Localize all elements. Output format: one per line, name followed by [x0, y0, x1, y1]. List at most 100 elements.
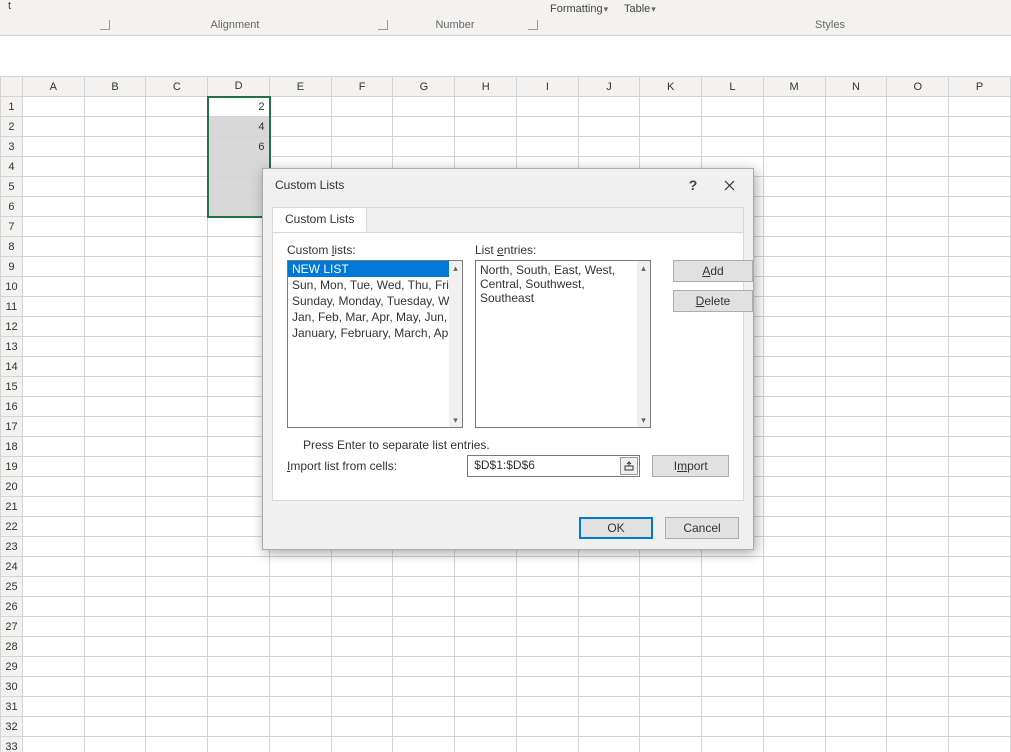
cell[interactable] [146, 177, 208, 197]
cell[interactable] [208, 377, 270, 397]
cell[interactable] [84, 297, 146, 317]
column-header[interactable]: B [84, 77, 146, 97]
cell[interactable] [578, 657, 640, 677]
cell[interactable] [763, 677, 825, 697]
cell[interactable] [84, 717, 146, 737]
cell[interactable] [825, 177, 887, 197]
listbox-scrollbar[interactable]: ▴ ▾ [449, 261, 462, 427]
cell[interactable] [22, 297, 84, 317]
cell[interactable] [825, 657, 887, 677]
cell[interactable] [146, 677, 208, 697]
cell[interactable] [825, 97, 887, 117]
cell[interactable] [208, 177, 270, 197]
range-picker-button[interactable] [620, 457, 638, 475]
cell[interactable] [825, 377, 887, 397]
row-header[interactable]: 17 [1, 417, 23, 437]
cell[interactable] [22, 377, 84, 397]
cell[interactable] [517, 557, 579, 577]
tab-custom-lists[interactable]: Custom Lists [272, 207, 367, 232]
cell[interactable] [949, 157, 1011, 177]
cell[interactable] [887, 537, 949, 557]
cell[interactable] [887, 317, 949, 337]
cell[interactable] [763, 237, 825, 257]
cell[interactable] [455, 617, 517, 637]
row-header[interactable]: 16 [1, 397, 23, 417]
cell[interactable] [825, 137, 887, 157]
cell[interactable] [763, 317, 825, 337]
cell[interactable] [763, 597, 825, 617]
cell[interactable] [146, 397, 208, 417]
cell[interactable] [270, 677, 332, 697]
cell[interactable] [146, 437, 208, 457]
cell[interactable] [84, 117, 146, 137]
cell[interactable] [949, 97, 1011, 117]
cell[interactable] [887, 657, 949, 677]
cell[interactable] [455, 117, 517, 137]
cell[interactable] [208, 157, 270, 177]
cell[interactable] [887, 557, 949, 577]
cell[interactable] [393, 557, 455, 577]
cell[interactable] [763, 657, 825, 677]
cell[interactable] [702, 117, 764, 137]
cell[interactable] [763, 457, 825, 477]
cell[interactable] [84, 277, 146, 297]
cell[interactable] [22, 417, 84, 437]
cell[interactable] [146, 317, 208, 337]
cell[interactable] [825, 197, 887, 217]
column-header[interactable]: F [331, 77, 393, 97]
cell[interactable] [949, 497, 1011, 517]
cell[interactable] [887, 397, 949, 417]
cell[interactable] [887, 457, 949, 477]
entries-scrollbar[interactable]: ▴ ▾ [637, 261, 650, 427]
cell[interactable] [393, 677, 455, 697]
cell[interactable] [22, 277, 84, 297]
cell[interactable]: 6 [208, 137, 270, 157]
row-header[interactable]: 31 [1, 697, 23, 717]
cell[interactable] [763, 617, 825, 637]
cell[interactable] [578, 577, 640, 597]
cell[interactable] [763, 157, 825, 177]
cell[interactable] [640, 677, 702, 697]
cell[interactable] [146, 157, 208, 177]
cell[interactable] [22, 137, 84, 157]
custom-lists-listbox[interactable]: NEW LISTSun, Mon, Tue, Wed, Thu, Fri, Su… [287, 260, 463, 428]
cell[interactable] [146, 97, 208, 117]
row-header[interactable]: 25 [1, 577, 23, 597]
select-all-corner[interactable] [1, 77, 23, 97]
cell[interactable] [84, 657, 146, 677]
cell[interactable] [84, 257, 146, 277]
cell[interactable] [763, 377, 825, 397]
cell[interactable] [887, 217, 949, 237]
list-entries-textbox[interactable]: North, South, East, West, Central, South… [475, 260, 651, 428]
row-header[interactable]: 29 [1, 657, 23, 677]
cell[interactable] [84, 157, 146, 177]
cell[interactable] [763, 177, 825, 197]
column-header[interactable]: G [393, 77, 455, 97]
cell[interactable] [517, 637, 579, 657]
cell[interactable] [22, 577, 84, 597]
cell[interactable] [887, 737, 949, 752]
cell[interactable] [887, 237, 949, 257]
cell[interactable] [22, 317, 84, 337]
cell[interactable] [640, 577, 702, 597]
cell[interactable] [331, 717, 393, 737]
cell[interactable] [208, 477, 270, 497]
cell[interactable] [331, 617, 393, 637]
cell[interactable] [208, 537, 270, 557]
cell[interactable] [208, 637, 270, 657]
cell[interactable] [887, 577, 949, 597]
cell[interactable] [331, 697, 393, 717]
cell[interactable] [640, 557, 702, 577]
column-header[interactable]: K [640, 77, 702, 97]
cell[interactable] [455, 657, 517, 677]
scroll-up-icon[interactable]: ▴ [637, 261, 650, 275]
cell[interactable] [640, 657, 702, 677]
column-header[interactable]: E [270, 77, 332, 97]
cell[interactable] [22, 657, 84, 677]
cell[interactable] [84, 617, 146, 637]
cell[interactable] [578, 637, 640, 657]
custom-list-item[interactable]: Sun, Mon, Tue, Wed, Thu, Fri, [288, 277, 449, 293]
cell[interactable] [208, 277, 270, 297]
cell[interactable] [455, 137, 517, 157]
row-header[interactable]: 1 [1, 97, 23, 117]
